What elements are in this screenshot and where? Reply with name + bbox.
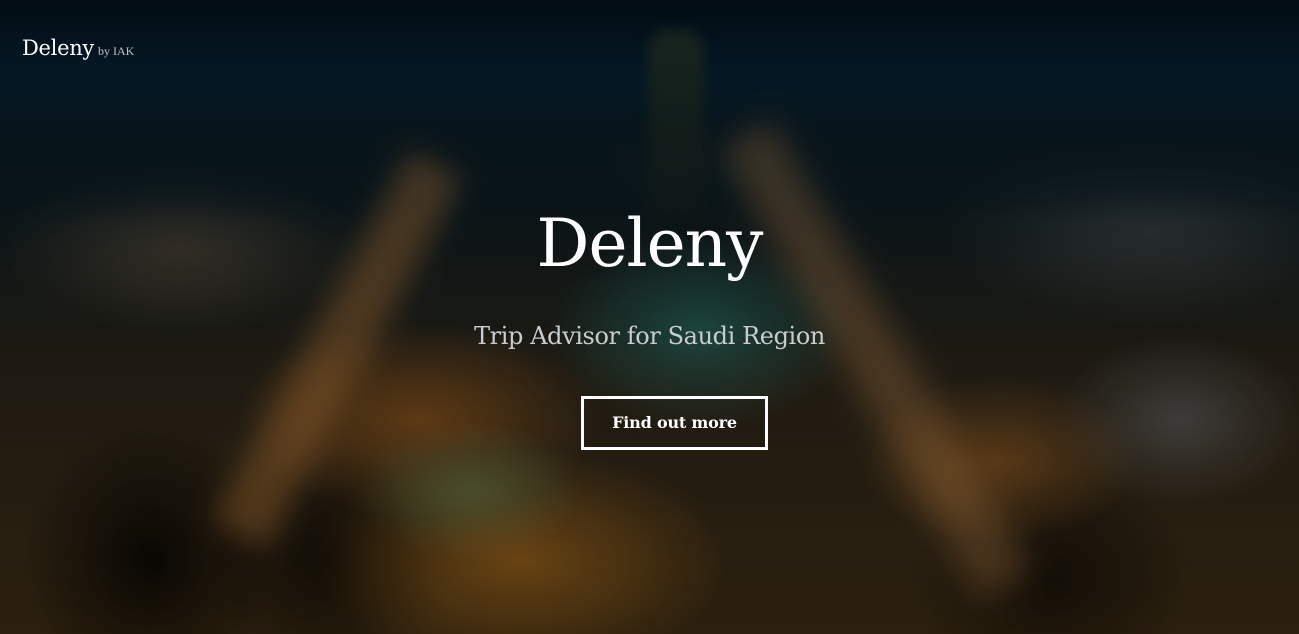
navbar-brand-link[interactable]: Deleny by IAK [22,36,134,60]
hero-section: Deleny by IAK Deleny Trip Advisor for Sau… [0,0,1299,634]
hero-subtitle: Trip Advisor for Saudi Region [474,322,825,350]
hero-title: Deleny [536,205,764,282]
find-out-more-button[interactable]: Find out more [581,396,768,450]
brand-suffix: by IAK [98,44,135,58]
brand-name: Deleny [22,36,94,60]
background-overlay [0,0,1299,634]
